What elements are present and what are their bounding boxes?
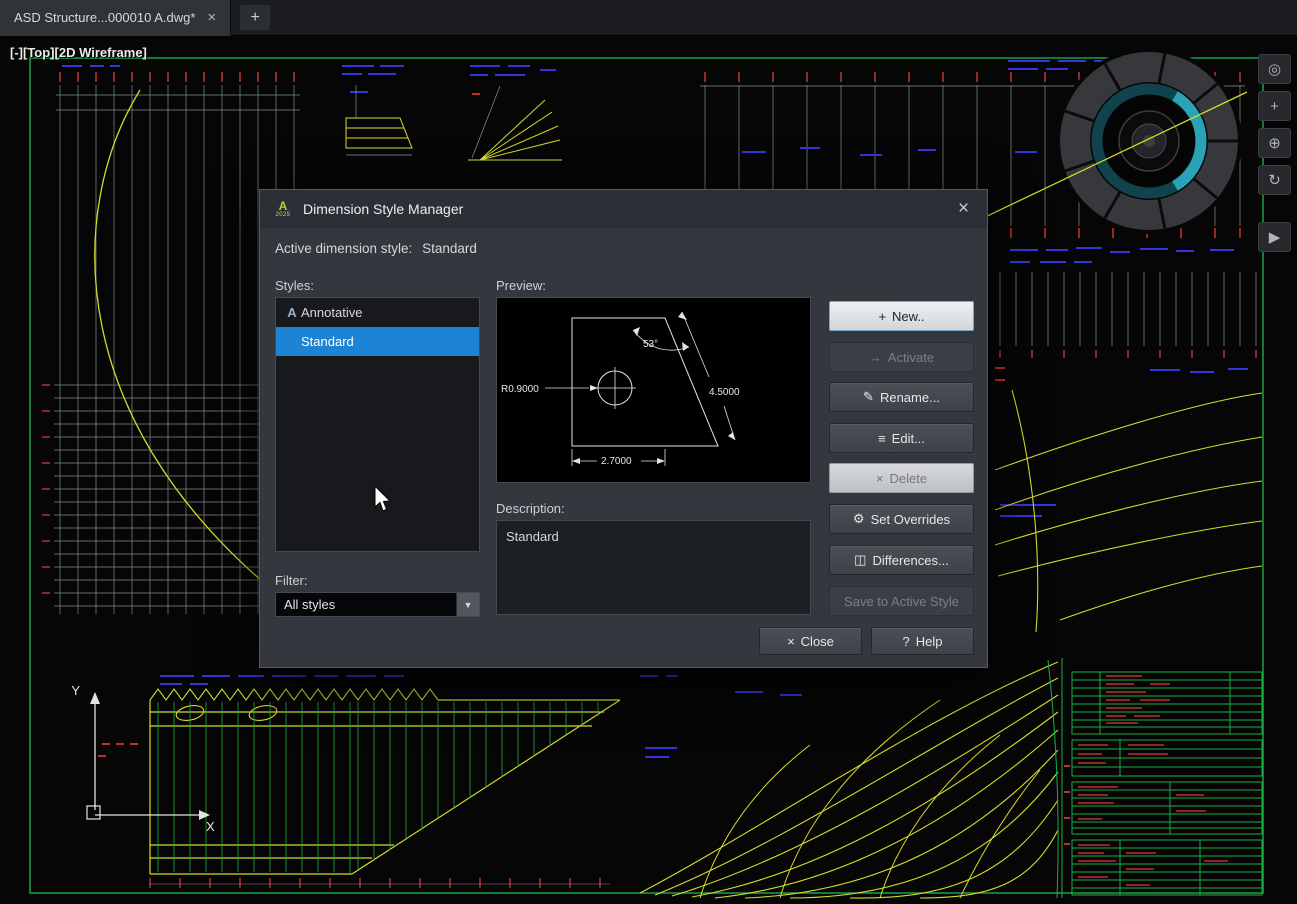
style-item-standard[interactable]: Standard bbox=[276, 327, 479, 356]
file-tab-bar: ASD Structure...000010 A.dwg* × + bbox=[0, 0, 1297, 36]
navigation-wheel-icon[interactable]: ◎ bbox=[1258, 54, 1291, 84]
differences-button[interactable]: ◫ Differences... bbox=[829, 545, 974, 575]
preview-box: R0.9000 53° 4.5000 2.7000 bbox=[496, 297, 811, 483]
preview-aligned-label: 4.5000 bbox=[709, 387, 740, 398]
filter-dropdown[interactable]: All styles ▼ bbox=[275, 592, 480, 617]
save-to-active-style-button: Save to Active Style bbox=[829, 586, 974, 616]
show-motion-icon[interactable]: ▶ bbox=[1258, 222, 1291, 252]
delete-button: × Delete bbox=[829, 463, 974, 493]
navigation-bar: ◎ + ⊕ ↻ ▶ bbox=[1258, 54, 1291, 252]
delete-x-icon: × bbox=[876, 471, 884, 486]
zoom-icon[interactable]: ⊕ bbox=[1258, 128, 1291, 158]
tab-close-icon[interactable]: × bbox=[207, 9, 216, 26]
preview-radius-label: R0.9000 bbox=[501, 384, 539, 395]
dialog-titlebar[interactable]: A 2025 Dimension Style Manager × bbox=[260, 190, 987, 228]
dialog-close-icon[interactable]: × bbox=[940, 190, 987, 228]
description-label: Description: bbox=[496, 501, 565, 516]
question-mark-icon: ? bbox=[903, 634, 910, 649]
overrides-gear-icon: ⚙ bbox=[853, 511, 865, 527]
style-item-label: Annotative bbox=[301, 305, 362, 320]
document-tab[interactable]: ASD Structure...000010 A.dwg* × bbox=[0, 0, 231, 36]
annotative-icon: A bbox=[283, 305, 301, 320]
styles-label: Styles: bbox=[275, 278, 314, 293]
close-x-icon: × bbox=[787, 634, 795, 649]
active-style-row: Active dimension style: Standard bbox=[275, 241, 477, 256]
viewport-control-visual-style[interactable]: [2D Wireframe] bbox=[55, 45, 147, 60]
filter-value: All styles bbox=[276, 597, 456, 612]
y-axis-label: Y bbox=[71, 683, 80, 698]
preview-linear-label: 2.7000 bbox=[601, 456, 632, 467]
autocad-2025-icon: A 2025 bbox=[272, 200, 294, 218]
viewport-control-minimize[interactable]: [-] bbox=[10, 45, 23, 60]
dialog-title: Dimension Style Manager bbox=[303, 201, 940, 217]
dimension-preview-image: R0.9000 53° 4.5000 2.7000 bbox=[497, 298, 810, 482]
rename-icon: ✎ bbox=[863, 389, 874, 405]
rename-button[interactable]: ✎ Rename... bbox=[829, 382, 974, 412]
activate-button: → Activate bbox=[829, 342, 974, 372]
new-tab-button[interactable]: + bbox=[240, 5, 270, 30]
active-style-label: Active dimension style: bbox=[275, 241, 412, 256]
dimension-style-manager-dialog: A 2025 Dimension Style Manager × Active … bbox=[259, 189, 988, 668]
preview-label: Preview: bbox=[496, 278, 546, 293]
description-box: Standard bbox=[496, 520, 811, 615]
autocad-window: Y X ASD bbox=[0, 0, 1297, 904]
navigation-wheel[interactable] bbox=[1056, 48, 1242, 234]
viewport-control-view[interactable]: [Top] bbox=[23, 45, 55, 60]
pan-icon[interactable]: + bbox=[1258, 91, 1291, 121]
differences-icon: ◫ bbox=[854, 552, 866, 568]
close-button[interactable]: × Close bbox=[759, 627, 862, 655]
viewport-controls: [-] [Top] [2D Wireframe] bbox=[10, 45, 147, 60]
edit-button[interactable]: ≡ Edit... bbox=[829, 423, 974, 453]
document-tab-title: ASD Structure...000010 A.dwg* bbox=[14, 10, 195, 25]
edit-icon: ≡ bbox=[878, 431, 886, 446]
mouse-cursor bbox=[374, 486, 394, 519]
orbit-icon[interactable]: ↻ bbox=[1258, 165, 1291, 195]
active-style-value: Standard bbox=[422, 241, 477, 256]
set-overrides-button[interactable]: ⚙ Set Overrides bbox=[829, 504, 974, 534]
style-item-annotative[interactable]: A Annotative bbox=[276, 298, 479, 327]
style-item-label: Standard bbox=[301, 334, 354, 349]
chevron-down-icon[interactable]: ▼ bbox=[456, 593, 479, 616]
arrow-right-icon: → bbox=[869, 350, 882, 365]
filter-label: Filter: bbox=[275, 573, 308, 588]
help-button[interactable]: ? Help bbox=[871, 627, 974, 655]
x-axis-label: X bbox=[206, 819, 215, 834]
new-button[interactable]: + New.. bbox=[829, 301, 974, 331]
plus-icon: + bbox=[878, 309, 886, 324]
preview-angle-label: 53° bbox=[643, 339, 658, 350]
